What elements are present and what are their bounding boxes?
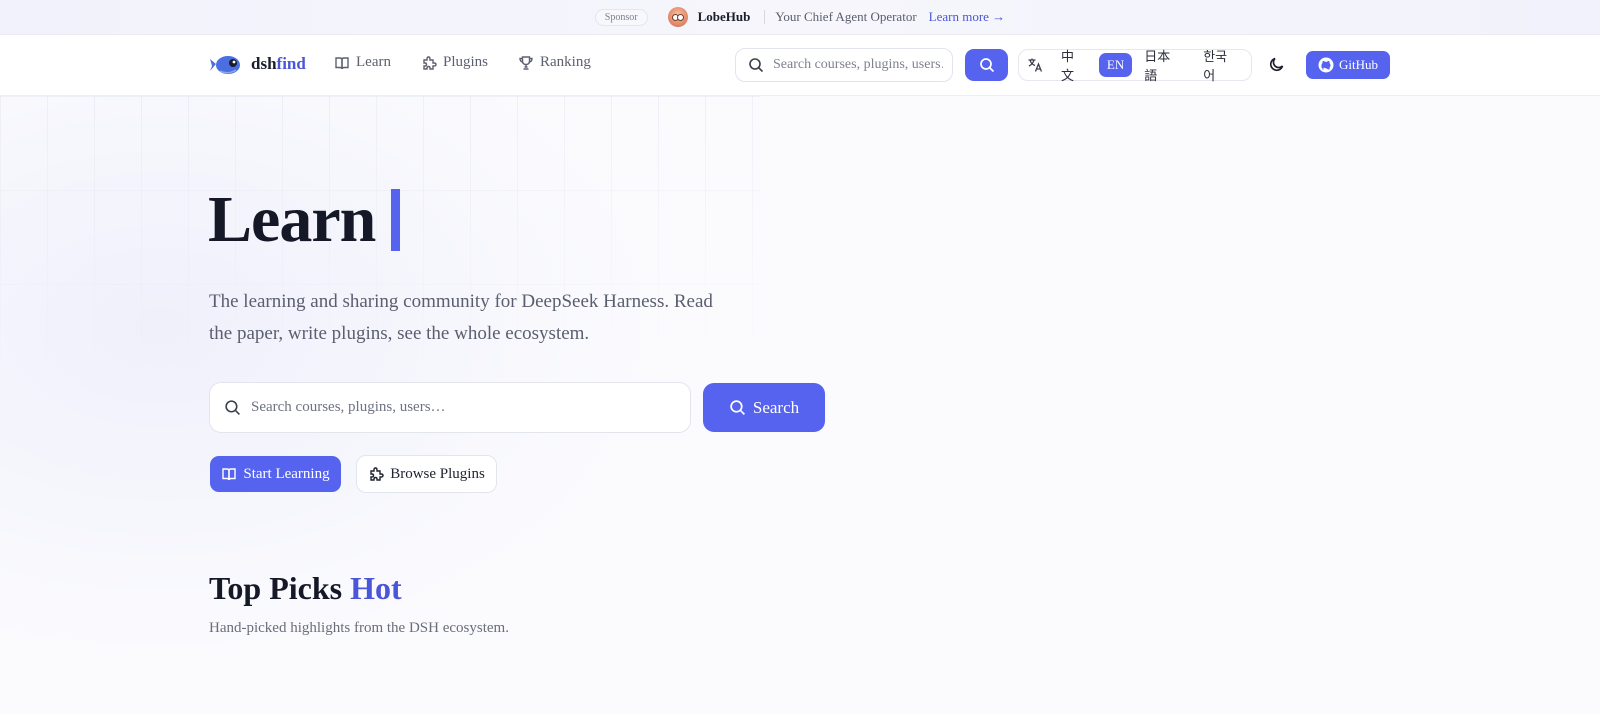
top-picks-title-text: Top Picks <box>209 570 343 606</box>
typing-cursor <box>391 189 401 251</box>
nav-link-ranking[interactable]: Ranking <box>518 54 591 71</box>
logo[interactable]: dshfind <box>210 51 306 77</box>
logo-text-accent: find <box>276 54 306 73</box>
theme-toggle[interactable] <box>1268 55 1286 78</box>
browse-plugins-button[interactable]: Browse Plugins <box>356 455 497 493</box>
nav-link-learn-label: Learn <box>356 54 391 70</box>
sponsor-avatar-icon <box>667 7 688 27</box>
sponsor-divider <box>764 10 766 24</box>
hero-search-input[interactable] <box>251 399 671 416</box>
hero-search-button[interactable]: Search <box>703 383 825 432</box>
nav-search-button[interactable] <box>965 49 1008 81</box>
logo-text-main: dsh <box>251 54 277 73</box>
start-learning-button[interactable]: Start Learning <box>210 456 341 492</box>
sponsor-tagline: Your Chief Agent Operator <box>775 9 917 24</box>
nav-link-plugins[interactable]: Plugins <box>421 54 488 71</box>
sponsor-learn-more-link[interactable]: Learn more → <box>929 9 1006 25</box>
top-picks-title-accent: Hot <box>350 570 402 606</box>
browse-plugins-label: Browse Plugins <box>390 465 485 482</box>
github-button-label: GitHub <box>1339 57 1378 72</box>
sponsor-bar: Sponsor LobeHub Your Chief Agent Operato… <box>0 0 1600 35</box>
hero-search-box <box>209 382 691 433</box>
nav-search-input[interactable] <box>773 57 943 73</box>
lang-option-en[interactable]: EN <box>1098 53 1133 77</box>
sponsor-name[interactable]: LobeHub <box>698 9 751 25</box>
nav-link-plugins-label: Plugins <box>442 54 488 70</box>
hero-search-button-label: Search <box>752 397 800 417</box>
lang-option-ja[interactable]: 日本語 <box>1136 42 1191 88</box>
nav-link-ranking-label: Ranking <box>540 54 591 70</box>
top-picks-subtitle: Hand-picked highlights from the DSH ecos… <box>209 620 509 636</box>
nav-link-learn[interactable]: Learn <box>334 54 391 71</box>
github-button[interactable]: GitHub <box>1306 51 1390 79</box>
search-icon <box>730 400 745 416</box>
navbar: dshfind Learn Plugins Ranking Search cou… <box>0 35 1600 96</box>
hero-title-text: Learn <box>208 183 376 256</box>
book-icon <box>335 56 349 69</box>
hero-title: Learn <box>208 182 401 258</box>
search-icon <box>979 58 994 73</box>
search-icon <box>749 58 764 73</box>
logo-text: dshfind <box>251 54 306 74</box>
puzzle-icon <box>423 55 437 70</box>
moon-icon <box>1269 57 1284 72</box>
github-icon <box>1318 57 1334 73</box>
nav-links: Learn Plugins Ranking <box>334 54 621 71</box>
lang-option-ko[interactable]: 한국어 <box>1195 42 1247 88</box>
top-picks-title: Top Picks Hot <box>209 570 402 607</box>
trophy-icon <box>519 55 533 70</box>
whale-logo-icon <box>210 56 240 74</box>
puzzle-icon <box>370 467 384 481</box>
search-icon <box>225 400 240 415</box>
lang-option-zh[interactable]: 中文 <box>1053 42 1095 88</box>
book-icon <box>222 468 237 481</box>
translate-icon <box>1028 58 1043 72</box>
language-switcher: 中文 EN 日本語 한국어 <box>1018 49 1252 83</box>
start-learning-label: Start Learning <box>243 465 330 482</box>
sponsor-tag: Sponsor <box>594 8 648 26</box>
hero-description: The learning and sharing community for D… <box>209 291 713 344</box>
nav-search-box <box>735 48 953 82</box>
